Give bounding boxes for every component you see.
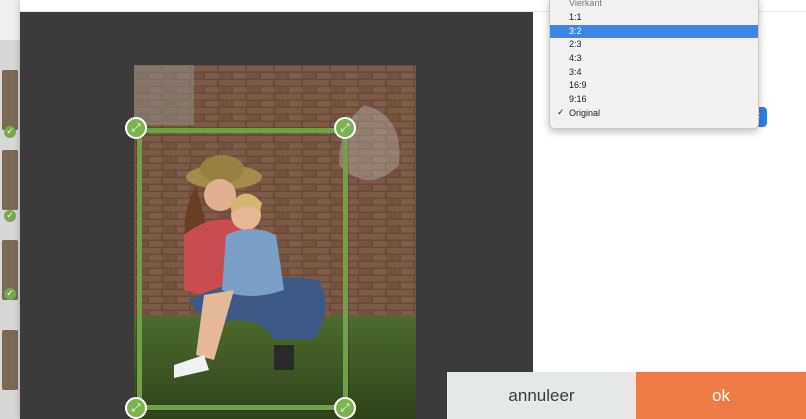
dropdown-item-label: 9:16 [569,94,587,105]
thumbnail[interactable] [2,150,18,210]
dropdown-item-label: 4:3 [569,53,582,64]
dropdown-item-label: 2:3 [569,39,582,50]
resize-arrows-icon[interactable]: ⤢ [125,397,147,419]
resize-arrows-icon[interactable]: ⤢ [334,117,356,139]
dropdown-item-1-1[interactable]: 1:1 [550,11,758,25]
resize-arrows-icon[interactable]: ⤢ [334,397,356,419]
thumbnail-strip: ✓ ✓ ✓ [0,40,20,419]
dropdown-item-3-2[interactable]: 3:2 [550,24,758,39]
checkmark-icon: ✓ [557,107,565,118]
dropdown-item-16-9[interactable]: 16:9 [550,79,758,93]
resize-arrows-icon[interactable]: ⤢ [125,117,147,139]
check-icon: ✓ [4,126,16,138]
dropdown-item-label: 16:9 [569,80,587,91]
dropdown-item-partial[interactable]: Vierkant [550,0,758,11]
dropdown-item-label: 1:1 [569,12,582,22]
dropdown-item-label: Original [569,107,601,118]
ok-button[interactable]: ok [636,372,806,419]
dropdown-item-4-3[interactable]: 4:3 [550,52,758,66]
check-icon: ✓ [4,288,16,300]
dropdown-item-label: 3:2 [569,25,582,36]
dropdown-item-9-16[interactable]: 9:16 [550,93,758,107]
crop-frame[interactable] [137,128,348,410]
cancel-button[interactable]: annuleer [447,372,636,419]
dropdown-item-2-3[interactable]: 2:3 [550,38,758,52]
dropdown-item-original[interactable]: ✓ Original [550,107,758,121]
dropdown-item-label: 3:4 [569,66,582,77]
thumbnail[interactable] [2,330,18,390]
screen: ✓ ✓ ✓ ⤢ ⤢ ⤢ ⤢ Vierkant 1:1 3:2 2:3 4:3 3… [0,0,806,419]
dropdown-item-3-4[interactable]: 3:4 [550,66,758,80]
aspect-ratio-dropdown[interactable]: Vierkant 1:1 3:2 2:3 4:3 3:4 16:9 9:16 ✓… [549,0,759,129]
thumbnail[interactable] [2,70,18,130]
check-icon: ✓ [4,210,16,222]
